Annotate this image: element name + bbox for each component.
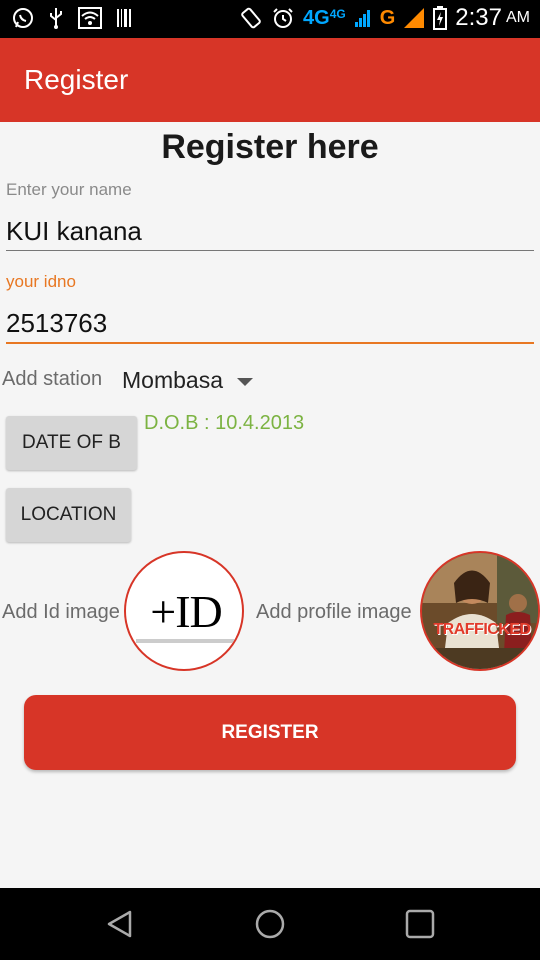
alarm-icon xyxy=(273,8,293,28)
whatsapp-icon xyxy=(13,8,33,28)
profile-photo-text: TRAFFICKED xyxy=(433,621,531,638)
name-field-value: KUI kanana xyxy=(6,216,142,246)
home-icon[interactable] xyxy=(254,908,286,940)
register-form: Register here Enter your name KUI kanana… xyxy=(0,122,540,888)
name-field-underline xyxy=(6,250,534,251)
id-placeholder-text: +ID xyxy=(150,585,222,637)
location-button[interactable]: LOCATION xyxy=(6,488,131,542)
dob-value: D.O.B : 10.4.2013 xyxy=(144,412,305,434)
station-dropdown-value: Mombasa xyxy=(122,367,223,393)
id-placeholder-image: +ID xyxy=(136,583,236,643)
signal-icon-2 xyxy=(404,8,425,28)
status-bar: 4G 4G G 2:37 AM xyxy=(0,0,540,38)
page-title: Register here xyxy=(161,128,379,166)
profile-image-picker[interactable]: TRAFFICKED xyxy=(420,551,540,671)
wifi-icon xyxy=(78,7,102,29)
idno-field-label: your idno xyxy=(6,272,76,291)
id-image-label: Add Id image xyxy=(2,601,120,623)
profile-photo-image xyxy=(422,553,538,669)
date-of-birth-button[interactable]: DATE OF B xyxy=(6,416,137,470)
idno-field[interactable]: 2513763 xyxy=(0,294,540,346)
app-bar: Register xyxy=(0,38,540,122)
name-field[interactable]: KUI kanana xyxy=(0,202,540,252)
station-dropdown[interactable]: Mombasa xyxy=(122,367,253,394)
id-image-picker[interactable]: +ID xyxy=(124,551,244,671)
network-4g-label: 4G xyxy=(303,6,330,29)
idno-field-value: 2513763 xyxy=(6,308,108,338)
register-button[interactable]: REGISTER xyxy=(24,695,516,770)
clock-time: 2:37 xyxy=(455,4,502,31)
name-field-label: Enter your name xyxy=(6,180,132,199)
network-4g-small-label: 4G xyxy=(329,6,346,21)
recents-icon[interactable] xyxy=(404,908,436,940)
status-system: 4G 4G G 2:37 AM xyxy=(239,4,530,32)
signal-icon-1 xyxy=(354,10,370,27)
network-g-label: G xyxy=(379,6,396,29)
barcode-icon xyxy=(117,9,131,27)
navigation-bar xyxy=(0,888,540,960)
clock-ampm: AM xyxy=(506,9,530,26)
idno-field-underline xyxy=(6,342,534,344)
battery-charging-icon xyxy=(433,6,448,30)
rotate-icon xyxy=(241,7,261,29)
back-icon[interactable] xyxy=(106,909,134,939)
profile-image-label: Add profile image xyxy=(256,601,412,623)
status-notifications xyxy=(12,6,132,30)
app-bar-title: Register xyxy=(24,64,129,95)
station-label: Add station xyxy=(2,368,103,390)
usb-icon xyxy=(50,8,62,29)
dropdown-arrow-icon xyxy=(236,377,253,386)
